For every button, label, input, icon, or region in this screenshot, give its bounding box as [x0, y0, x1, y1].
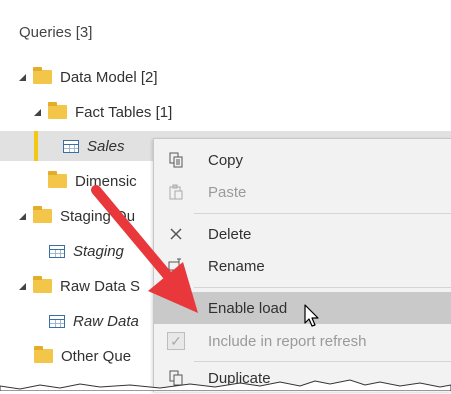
menu-item-include-in-report-refresh[interactable]: ✓ Include in report refresh	[154, 325, 451, 357]
folder-icon	[33, 206, 52, 223]
delete-icon	[163, 223, 189, 245]
folder-icon	[34, 346, 53, 363]
menu-item-label: Delete	[208, 225, 252, 243]
mouse-cursor-icon	[304, 304, 319, 327]
expand-triangle-icon[interactable]	[19, 282, 26, 290]
folder-icon	[33, 276, 52, 293]
tree-item-label: Staging	[73, 242, 124, 260]
tree-item-other-queries[interactable]: Other Que	[34, 341, 131, 371]
expand-triangle-icon[interactable]	[19, 212, 26, 220]
copy-icon	[163, 149, 189, 171]
menu-item-label: Rename	[208, 257, 265, 275]
tree-item-raw-data[interactable]: Raw Data	[49, 306, 139, 336]
paste-icon	[163, 181, 189, 203]
folder-icon	[48, 171, 67, 188]
menu-item-rename[interactable]: Rename	[154, 250, 451, 282]
table-icon	[49, 314, 65, 328]
tree-item-raw-data-sources[interactable]: Raw Data S	[19, 271, 140, 301]
context-menu: Copy Paste Delete Rename Enable load ✓ I…	[153, 138, 451, 392]
menu-item-label: Enable load	[208, 299, 288, 317]
tree-item-label: Dimensic	[75, 172, 137, 190]
tree-item-staging-queries[interactable]: Staging Qu	[19, 201, 135, 231]
menu-item-label: Copy	[208, 151, 244, 169]
tree-item-label: Raw Data S	[60, 277, 141, 295]
tree-item-sales[interactable]: Sales	[63, 131, 125, 161]
tree-item-label: Fact Tables [1]	[75, 103, 173, 121]
tree-item-label: Raw Data	[73, 312, 139, 330]
menu-item-label: Paste	[208, 183, 247, 201]
queries-pane-title: Queries [3]	[19, 24, 93, 41]
menu-item-copy[interactable]: Copy	[154, 144, 451, 176]
selected-row-accent	[34, 131, 38, 161]
tree-item-label: Sales	[87, 137, 125, 155]
menu-item-label: Include in report refresh	[208, 332, 367, 350]
menu-separator	[194, 287, 451, 288]
checkbox-icon: ✓	[163, 330, 189, 352]
tree-item-fact-tables[interactable]: Fact Tables [1]	[34, 97, 172, 127]
table-icon	[49, 244, 65, 258]
tree-item-staging[interactable]: Staging	[49, 236, 124, 266]
torn-edge	[0, 379, 451, 391]
tree-item-dimensions[interactable]: Dimensic	[48, 166, 137, 196]
tree-item-label: Staging Qu	[60, 207, 136, 225]
menu-separator	[194, 213, 451, 214]
tree-item-label: Data Model [2]	[60, 68, 158, 86]
blank-icon-slot	[163, 297, 189, 319]
folder-icon	[48, 102, 67, 119]
tree-item-label: Other Que	[61, 347, 132, 365]
menu-item-delete[interactable]: Delete	[154, 218, 451, 250]
rename-icon	[163, 255, 189, 277]
folder-icon	[33, 67, 52, 84]
expand-triangle-icon[interactable]	[34, 108, 41, 116]
expand-triangle-icon[interactable]	[19, 73, 26, 81]
checkmark-icon: ✓	[167, 332, 185, 350]
tree-item-data-model[interactable]: Data Model [2]	[19, 62, 158, 92]
menu-item-paste[interactable]: Paste	[154, 176, 451, 208]
table-icon	[63, 139, 79, 153]
